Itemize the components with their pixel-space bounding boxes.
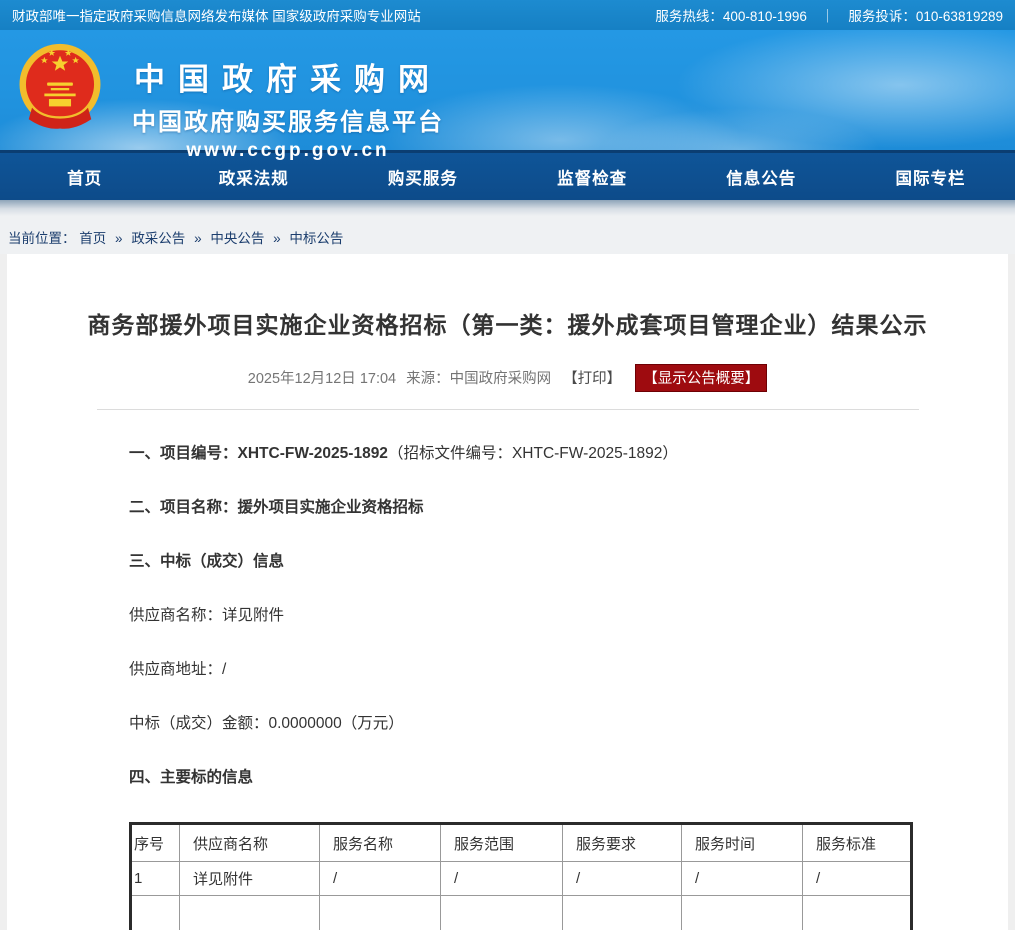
- subject-info-table: 序号 供应商名称 服务名称 服务范围 服务要求 服务时间 服务标准 1 详见附件…: [129, 822, 913, 930]
- site-header: 中国政府采购网 中国政府购买服务信息平台 www.ccgp.gov.cn: [0, 30, 1015, 150]
- paragraph-project-number: 一、项目编号：XHTC-FW-2025-1892（招标文件编号：XHTC-FW-…: [129, 444, 1008, 464]
- article-meta: 2025年12月12日 17:04 来源：中国政府采购网 【打印】 【显示公告概…: [7, 364, 1008, 392]
- meta-divider: [97, 409, 919, 410]
- nav-item-announcements[interactable]: 信息公告: [677, 153, 846, 200]
- page-title: 商务部援外项目实施企业资格招标（第一类：援外成套项目管理企业）结果公示: [7, 306, 1008, 340]
- breadcrumb-item-award-notices[interactable]: 中标公告: [289, 231, 343, 246]
- national-emblem-icon: [14, 40, 106, 141]
- table-header-row: 序号 供应商名称 服务名称 服务范围 服务要求 服务时间 服务标准: [131, 824, 912, 862]
- col-header-service-name: 服务名称: [320, 824, 441, 862]
- nav-item-supervision[interactable]: 监督检查: [508, 153, 677, 200]
- publish-datetime: 2025年12月12日 17:04: [248, 371, 396, 387]
- article-body: 一、项目编号：XHTC-FW-2025-1892（招标文件编号：XHTC-FW-…: [129, 444, 1008, 788]
- paragraph-supplier-name: 供应商名称：详见附件: [129, 606, 1008, 626]
- breadcrumb-separator: »: [194, 231, 202, 246]
- site-url: www.ccgp.gov.cn: [132, 140, 444, 162]
- paragraph-supplier-address: 供应商地址：/: [129, 660, 1008, 680]
- site-slogan: 财政部唯一指定政府采购信息网络发布媒体 国家级政府采购专业网站: [12, 5, 421, 25]
- paragraph-main-subject-heading: 四、主要标的信息: [129, 768, 1008, 788]
- table-row: 1 详见附件 / / / / /: [131, 862, 912, 896]
- breadcrumb-separator: »: [273, 231, 281, 246]
- breadcrumb-item-procurement-notices[interactable]: 政采公告: [131, 231, 185, 246]
- service-complaint: 服务投诉：010-63819289: [848, 5, 1003, 25]
- service-hotline: 服务热线：400-810-1996: [655, 5, 807, 25]
- col-header-service-standard: 服务标准: [803, 824, 912, 862]
- table-row-empty: [131, 896, 912, 930]
- breadcrumb-item-central-notices[interactable]: 中央公告: [210, 231, 264, 246]
- col-header-supplier: 供应商名称: [180, 824, 320, 862]
- site-logo-text: 中国政府采购网 中国政府购买服务信息平台 www.ccgp.gov.cn: [132, 30, 444, 162]
- nav-item-international[interactable]: 国际专栏: [846, 153, 1015, 200]
- nav-shadow-strip: [0, 200, 1015, 216]
- breadcrumb-item-home[interactable]: 首页: [79, 231, 106, 246]
- topbar-separator: ｜: [821, 5, 835, 25]
- paragraph-award-amount: 中标（成交）金额：0.0000000（万元）: [129, 714, 1008, 734]
- paragraph-award-info-heading: 三、中标（成交）信息: [129, 552, 1008, 572]
- article-card: 商务部援外项目实施企业资格招标（第一类：援外成套项目管理企业）结果公示 2025…: [7, 254, 1008, 930]
- site-name: 中国政府采购网: [132, 54, 444, 99]
- site-subtitle: 中国政府购买服务信息平台: [132, 102, 444, 137]
- print-button[interactable]: 【打印】: [563, 371, 621, 387]
- article-source: 来源：中国政府采购网: [406, 371, 551, 387]
- col-header-service-scope: 服务范围: [441, 824, 563, 862]
- show-summary-button[interactable]: 【显示公告概要】: [635, 364, 767, 392]
- col-header-service-requirement: 服务要求: [563, 824, 682, 862]
- breadcrumb: 当前位置： 首页 » 政采公告 » 中央公告 » 中标公告: [0, 216, 1015, 254]
- col-header-index: 序号: [131, 824, 180, 862]
- paragraph-project-name: 二、项目名称：援外项目实施企业资格招标: [129, 498, 1008, 518]
- top-utility-bar: 财政部唯一指定政府采购信息网络发布媒体 国家级政府采购专业网站 服务热线：400…: [0, 0, 1015, 30]
- breadcrumb-label: 当前位置：: [8, 231, 76, 246]
- col-header-service-time: 服务时间: [682, 824, 803, 862]
- breadcrumb-separator: »: [115, 231, 123, 246]
